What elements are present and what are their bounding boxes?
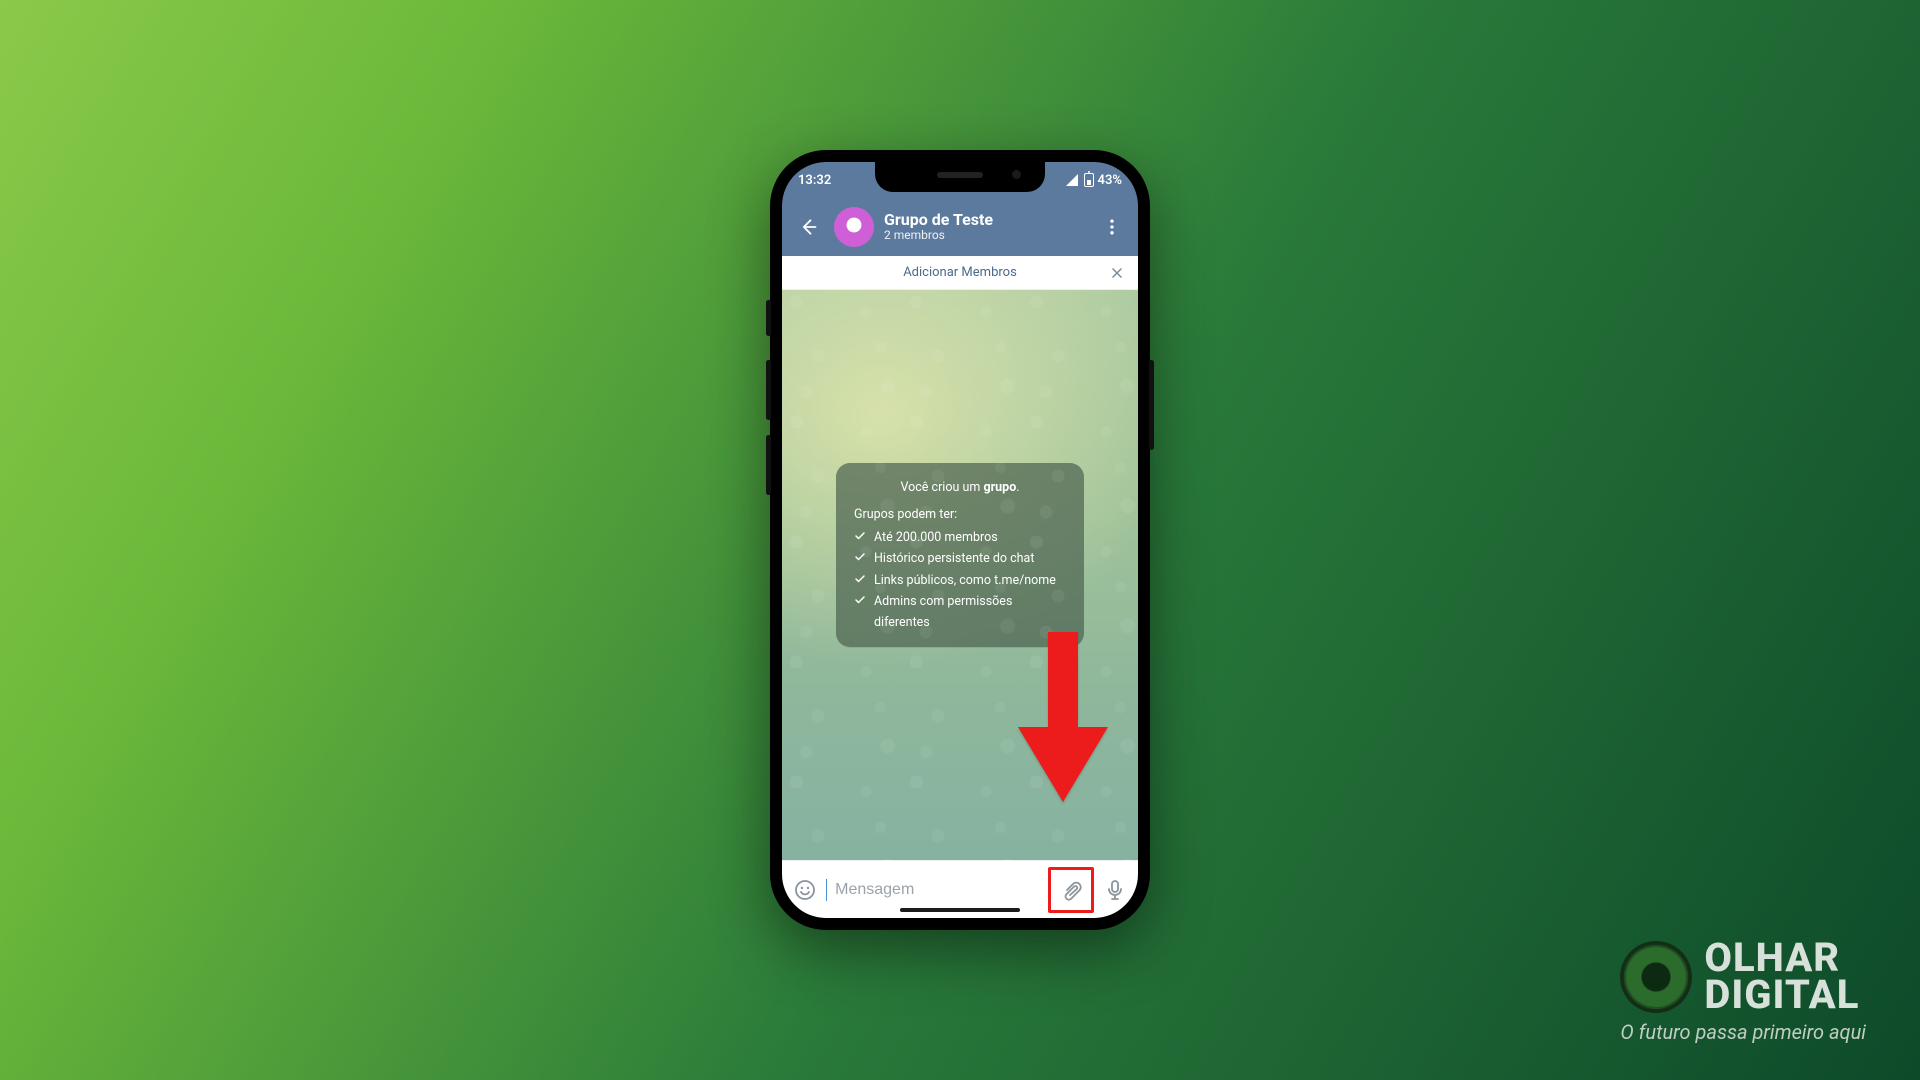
- card-feature-text: Até 200.000 membros: [874, 527, 998, 548]
- card-headline-prefix: Você criou um: [900, 480, 983, 495]
- annotation-highlight-box: [1048, 867, 1094, 913]
- phone-side-button: [1149, 360, 1154, 450]
- chat-title: Grupo de Teste: [884, 211, 1086, 229]
- check-icon: [854, 530, 866, 542]
- status-time: 13:32: [798, 173, 831, 188]
- check-icon: [854, 573, 866, 585]
- chat-header: Grupo de Teste 2 membros: [782, 198, 1138, 256]
- back-button[interactable]: [792, 211, 824, 243]
- phone-screen: 13:32 43% Grupo de Teste 2 membros Adic: [782, 162, 1138, 918]
- annotation-arrow-down-icon: [1018, 632, 1108, 802]
- check-icon: [854, 594, 866, 606]
- card-feature-text: Histórico persistente do chat: [874, 548, 1034, 569]
- card-feature-item: Links públicos, como t.me/nome: [854, 570, 1066, 591]
- group-avatar[interactable]: [834, 207, 874, 247]
- message-input[interactable]: [835, 881, 1042, 899]
- battery-icon: [1084, 173, 1094, 187]
- card-subhead: Grupos podem ter:: [854, 504, 1066, 525]
- more-options-button[interactable]: [1096, 211, 1128, 243]
- dismiss-add-members-button[interactable]: [1106, 262, 1128, 284]
- card-feature-item: Histórico persistente do chat: [854, 548, 1066, 569]
- card-feature-text: Links públicos, como t.me/nome: [874, 570, 1056, 591]
- card-feature-item: Admins com permissões diferentes: [854, 591, 1066, 634]
- card-headline-suffix: .: [1016, 480, 1019, 495]
- signal-icon: [1066, 174, 1080, 186]
- add-members-bar[interactable]: Adicionar Membros: [782, 256, 1138, 290]
- close-icon: [1110, 266, 1124, 280]
- voice-message-button[interactable]: [1100, 872, 1130, 908]
- chat-subtitle: 2 membros: [884, 229, 1086, 243]
- card-feature-item: Até 200.000 membros: [854, 527, 1066, 548]
- add-members-label: Adicionar Membros: [903, 265, 1017, 280]
- group-created-card: Você criou um grupo. Grupos podem ter: A…: [836, 463, 1084, 648]
- brand-tagline: O futuro passa primeiro aqui: [1620, 1020, 1866, 1044]
- chat-title-block[interactable]: Grupo de Teste 2 membros: [884, 211, 1086, 243]
- phone-side-button: [766, 360, 771, 420]
- paperclip-icon: [1059, 878, 1083, 902]
- check-icon: [854, 551, 866, 563]
- microphone-icon: [1103, 878, 1127, 902]
- home-indicator[interactable]: [900, 908, 1020, 912]
- card-headline-bold: grupo: [983, 480, 1016, 495]
- phone-side-button: [766, 300, 771, 336]
- brand-o-icon: [1620, 941, 1692, 1013]
- arrow-left-icon: [798, 217, 818, 237]
- attach-button[interactable]: [1053, 872, 1089, 908]
- phone-frame: 13:32 43% Grupo de Teste 2 membros Adic: [770, 150, 1150, 930]
- text-caret: [826, 879, 827, 901]
- smile-icon: [793, 878, 817, 902]
- emoji-button[interactable]: [790, 872, 820, 908]
- brand-line2: DIGITAL: [1704, 977, 1859, 1014]
- status-battery: 43%: [1098, 173, 1122, 188]
- card-feature-text: Admins com permissões diferentes: [874, 591, 1066, 634]
- phone-side-button: [766, 435, 771, 495]
- brand-logo: OLHAR DIGITAL O futuro passa primeiro aq…: [1620, 940, 1866, 1044]
- more-vertical-icon: [1102, 217, 1122, 237]
- phone-notch: [875, 162, 1045, 192]
